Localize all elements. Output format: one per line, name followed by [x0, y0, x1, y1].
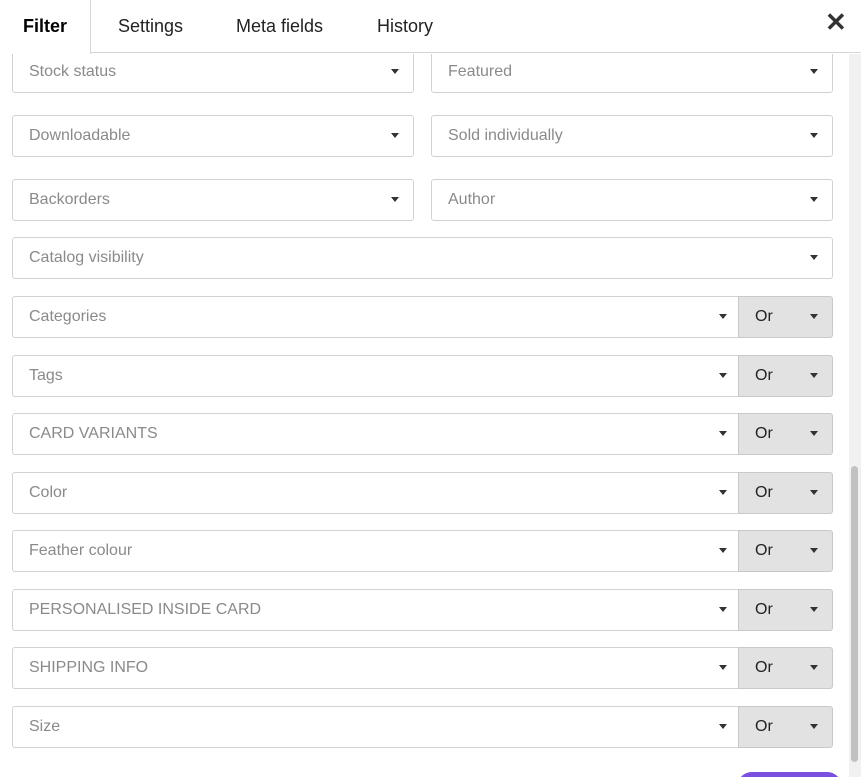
operator-label: Or: [755, 308, 773, 325]
personalised-inside-card-select[interactable]: PERSONALISED INSIDE CARD: [12, 589, 739, 631]
operator-label: Or: [755, 367, 773, 384]
chevron-down-icon: [719, 607, 727, 612]
size-placeholder: Size: [29, 718, 61, 735]
tags-select[interactable]: Tags: [12, 355, 739, 397]
featured-select[interactable]: Featured: [431, 54, 833, 93]
featured-placeholder: Featured: [448, 63, 513, 80]
chevron-down-icon: [719, 724, 727, 729]
operator-label: Or: [755, 718, 773, 735]
chevron-down-icon: [391, 133, 399, 138]
sold-individually-placeholder: Sold individually: [448, 127, 563, 144]
color-operator-select[interactable]: Or: [738, 472, 833, 514]
feather-colour-select[interactable]: Feather colour: [12, 530, 739, 572]
sold-individually-select[interactable]: Sold individually: [431, 115, 833, 157]
backorders-placeholder: Backorders: [29, 191, 110, 208]
downloadable-select[interactable]: Downloadable: [12, 115, 414, 157]
chevron-down-icon: [810, 490, 818, 495]
categories-row: Categories Or: [12, 296, 833, 338]
shipping-info-select[interactable]: SHIPPING INFO: [12, 647, 739, 689]
personalised-inside-card-operator-select[interactable]: Or: [738, 589, 833, 631]
shipping-info-row: SHIPPING INFO Or: [12, 647, 833, 689]
floating-action-button[interactable]: [737, 772, 842, 777]
personalised-inside-card-row: PERSONALISED INSIDE CARD Or: [12, 589, 833, 631]
card-variants-select[interactable]: CARD VARIANTS: [12, 413, 739, 455]
chevron-down-icon: [810, 197, 818, 202]
size-select[interactable]: Size: [12, 706, 739, 748]
chevron-down-icon: [719, 373, 727, 378]
chevron-down-icon: [810, 724, 818, 729]
categories-operator-select[interactable]: Or: [738, 296, 833, 338]
filter-panel: Stock status Featured Downloadable Sold …: [0, 54, 848, 777]
catalog-visibility-placeholder: Catalog visibility: [29, 249, 144, 266]
color-select[interactable]: Color: [12, 472, 739, 514]
tab-bar: Filter Settings Meta fields History ✕: [0, 0, 861, 54]
chevron-down-icon: [810, 255, 818, 260]
shipping-info-placeholder: SHIPPING INFO: [29, 659, 149, 676]
personalised-inside-card-placeholder: PERSONALISED INSIDE CARD: [29, 601, 262, 618]
downloadable-placeholder: Downloadable: [29, 127, 131, 144]
card-variants-operator-select[interactable]: Or: [738, 413, 833, 455]
chevron-down-icon: [810, 69, 818, 74]
tab-filter[interactable]: Filter: [0, 0, 91, 54]
operator-label: Or: [755, 601, 773, 618]
operator-label: Or: [755, 425, 773, 442]
chevron-down-icon: [391, 197, 399, 202]
chevron-down-icon: [810, 373, 818, 378]
shipping-info-operator-select[interactable]: Or: [738, 647, 833, 689]
backorders-select[interactable]: Backorders: [12, 179, 414, 221]
chevron-down-icon: [719, 548, 727, 553]
tab-meta-fields[interactable]: Meta fields: [236, 0, 323, 53]
feather-colour-operator-select[interactable]: Or: [738, 530, 833, 572]
tags-placeholder: Tags: [29, 367, 63, 384]
close-icon[interactable]: ✕: [825, 9, 847, 35]
scrollbar-thumb[interactable]: [851, 466, 858, 762]
size-operator-select[interactable]: Or: [738, 706, 833, 748]
chevron-down-icon: [810, 314, 818, 319]
size-row: Size Or: [12, 706, 833, 748]
operator-label: Or: [755, 484, 773, 501]
chevron-down-icon: [810, 665, 818, 670]
color-row: Color Or: [12, 472, 833, 514]
categories-placeholder: Categories: [29, 308, 107, 325]
chevron-down-icon: [810, 133, 818, 138]
tab-history[interactable]: History: [377, 0, 433, 53]
chevron-down-icon: [810, 607, 818, 612]
author-placeholder: Author: [448, 191, 496, 208]
categories-select[interactable]: Categories: [12, 296, 739, 338]
stock-status-placeholder: Stock status: [29, 63, 117, 80]
chevron-down-icon: [719, 490, 727, 495]
chevron-down-icon: [719, 314, 727, 319]
card-variants-row: CARD VARIANTS Or: [12, 413, 833, 455]
stock-status-select[interactable]: Stock status: [12, 54, 414, 93]
feather-colour-placeholder: Feather colour: [29, 542, 133, 559]
catalog-visibility-select[interactable]: Catalog visibility: [12, 237, 833, 279]
tags-operator-select[interactable]: Or: [738, 355, 833, 397]
color-placeholder: Color: [29, 484, 68, 501]
feather-colour-row: Feather colour Or: [12, 530, 833, 572]
chevron-down-icon: [810, 548, 818, 553]
operator-label: Or: [755, 542, 773, 559]
operator-label: Or: [755, 659, 773, 676]
chevron-down-icon: [810, 431, 818, 436]
tags-row: Tags Or: [12, 355, 833, 397]
card-variants-placeholder: CARD VARIANTS: [29, 425, 158, 442]
tab-settings[interactable]: Settings: [118, 0, 183, 53]
chevron-down-icon: [391, 69, 399, 74]
author-select[interactable]: Author: [431, 179, 833, 221]
chevron-down-icon: [719, 665, 727, 670]
chevron-down-icon: [719, 431, 727, 436]
